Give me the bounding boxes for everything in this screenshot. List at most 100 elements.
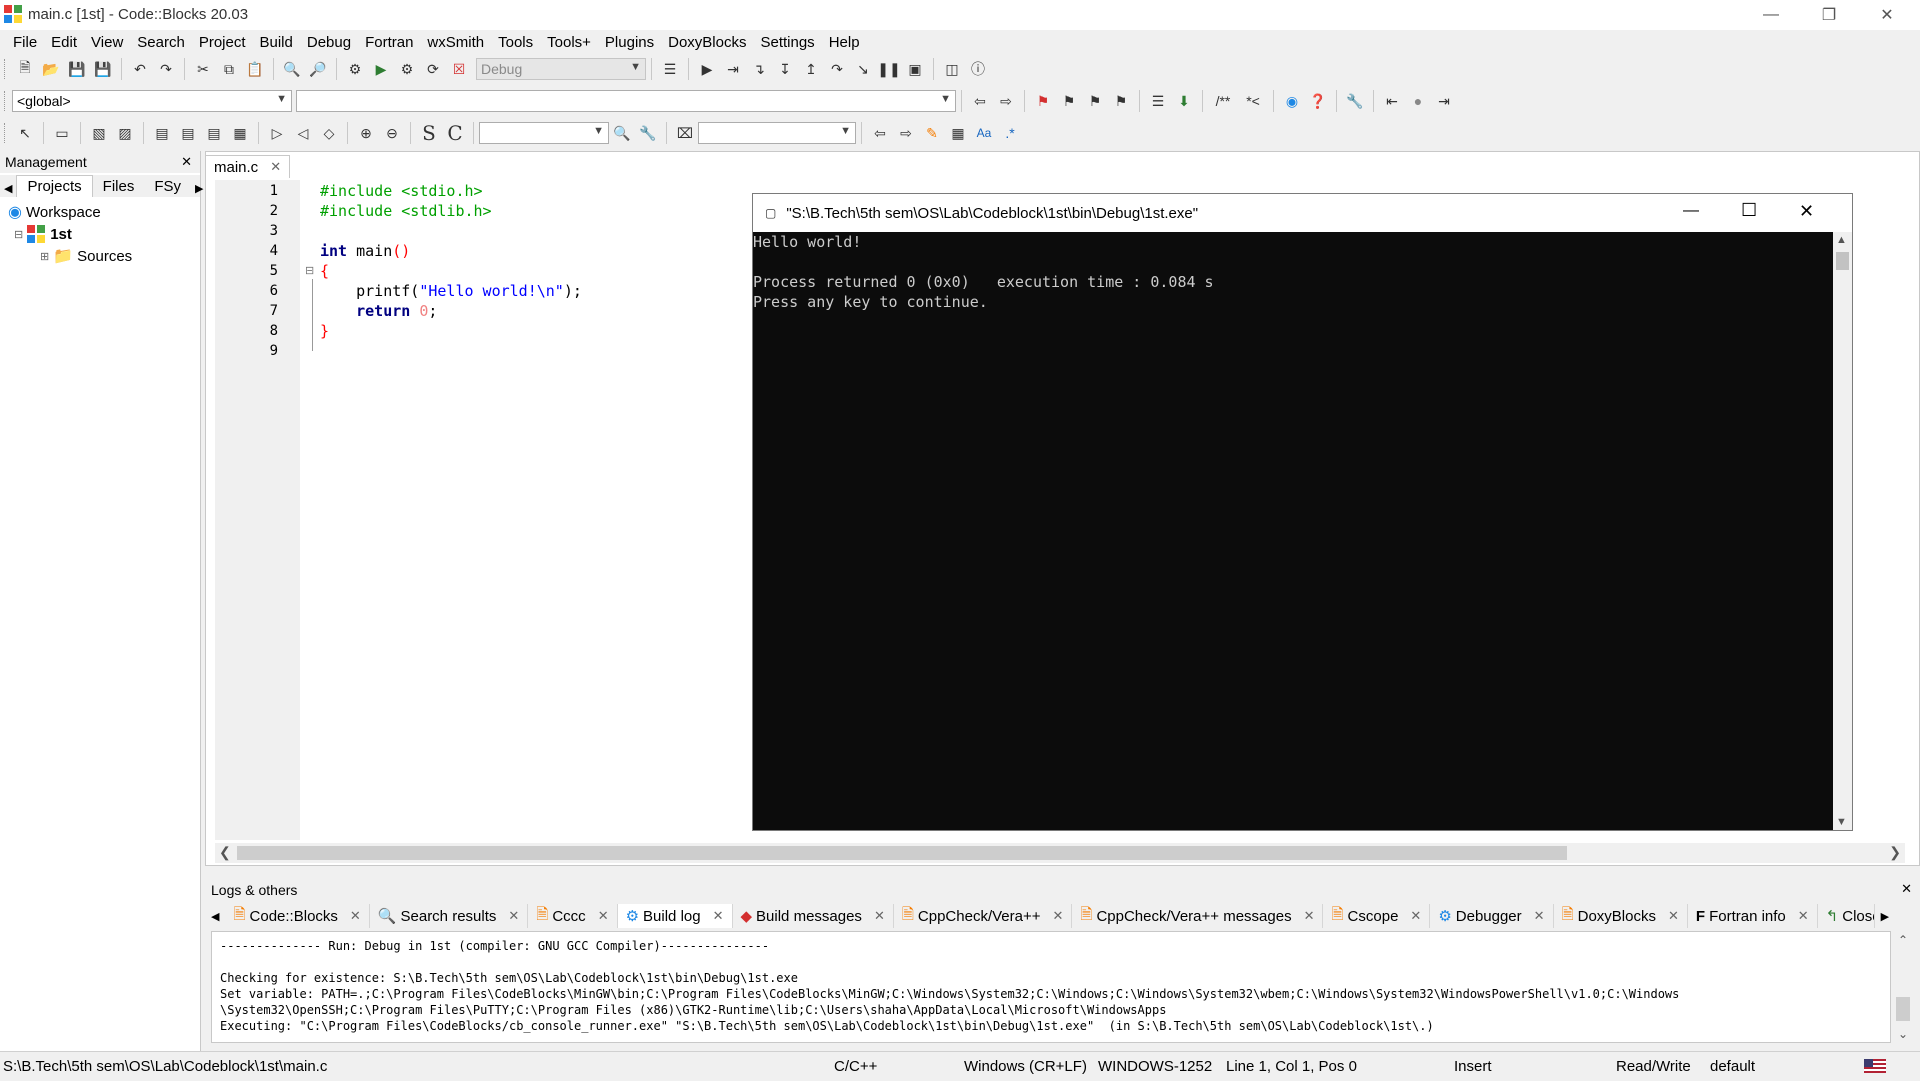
close-button[interactable]: ✕ <box>1858 0 1916 30</box>
tab-codeblocks-log[interactable]: 🗎 Code::Blocks ✕ <box>225 904 370 928</box>
scroll-up-icon[interactable]: ⌃ <box>1898 933 1908 947</box>
nassi-while-button[interactable]: ▤ <box>151 122 173 144</box>
tabs-scroll-left-icon[interactable]: ◀ <box>0 180 16 197</box>
find-next-button[interactable]: ⇨ <box>895 122 917 144</box>
doxy-line-comment-button[interactable]: *< <box>1240 90 1266 112</box>
console-scroll-thumb[interactable] <box>1836 252 1849 270</box>
zoom-out-button[interactable]: ⊖ <box>381 122 403 144</box>
logs-close-icon[interactable]: ✕ <box>1901 881 1912 897</box>
minimize-button[interactable]: — <box>1742 0 1800 30</box>
toggle-bookmark-button[interactable]: ⚑ <box>1032 90 1054 112</box>
menu-project[interactable]: Project <box>192 34 253 51</box>
logs-scrollbar[interactable]: ⌃ ⌄ <box>1893 931 1913 1043</box>
close-tab-icon[interactable]: ✕ <box>1052 908 1063 924</box>
step-into-button[interactable]: ↧ <box>774 58 796 80</box>
cut-button[interactable]: ✂ <box>192 58 214 80</box>
menu-build[interactable]: Build <box>253 34 300 51</box>
scope-select[interactable]: <global> ▼ <box>12 90 292 112</box>
logs-scroll-thumb[interactable] <box>1896 997 1910 1021</box>
step-out-button[interactable]: ↥ <box>800 58 822 80</box>
scroll-left-icon[interactable]: ❮ <box>219 844 231 861</box>
close-tab-icon[interactable]: ✕ <box>270 159 281 175</box>
step-into-instruction-button[interactable]: ↘ <box>852 58 874 80</box>
nassi-block-button[interactable]: ▦ <box>229 122 251 144</box>
doxy-config-button[interactable]: 🔧 <box>1344 90 1366 112</box>
menu-edit[interactable]: Edit <box>44 34 84 51</box>
selected-text-only-button[interactable]: ▦ <box>947 122 969 144</box>
close-tab-icon[interactable]: ✕ <box>874 908 885 924</box>
paste-button[interactable]: 📋 <box>244 58 266 80</box>
export-button[interactable]: ⬇ <box>1173 90 1195 112</box>
menu-view[interactable]: View <box>84 34 130 51</box>
jump-back-button[interactable]: ⇦ <box>969 90 991 112</box>
menu-settings[interactable]: Settings <box>753 34 821 51</box>
tab-cscope[interactable]: 🗎 Cscope ✕ <box>1323 904 1431 928</box>
nassi-continue-button[interactable]: ◁ <box>292 122 314 144</box>
scroll-up-icon[interactable]: ▲ <box>1836 234 1847 246</box>
scroll-down-icon[interactable]: ⌄ <box>1898 1027 1908 1041</box>
search-combo[interactable]: ▼ <box>479 122 609 144</box>
match-case-button[interactable]: Aa <box>973 122 995 144</box>
expand-icon[interactable]: ⊞ <box>40 250 49 263</box>
close-tab-icon[interactable]: ✕ <box>598 908 609 924</box>
prev-bookmark-button[interactable]: ⚑ <box>1058 90 1080 112</box>
menu-doxyblocks[interactable]: DoxyBlocks <box>661 34 753 51</box>
tab-debugger[interactable]: ⚙ Debugger ✕ <box>1430 904 1554 928</box>
close-tab-icon[interactable]: ✕ <box>1304 908 1315 924</box>
toolbar-grip[interactable] <box>4 59 8 79</box>
fold-marker-icon[interactable]: ⊟ <box>305 264 314 277</box>
menu-file[interactable]: File <box>6 34 44 51</box>
replace-combo[interactable]: ▼ <box>698 122 856 144</box>
menu-help[interactable]: Help <box>822 34 867 51</box>
close-tab-icon[interactable]: ✕ <box>1668 908 1679 924</box>
stop-debugger-button[interactable]: ▣ <box>904 58 926 80</box>
find-previous-button[interactable]: ⇦ <box>869 122 891 144</box>
next-instruction-button[interactable]: ↷ <box>826 58 848 80</box>
redo-button[interactable]: ↷ <box>155 58 177 80</box>
clear-bookmarks-button[interactable]: ⚑ <box>1110 90 1132 112</box>
menu-search[interactable]: Search <box>130 34 192 51</box>
save-all-button[interactable]: 💾 <box>92 58 114 80</box>
wxsmith-button[interactable]: ☰ <box>1147 90 1169 112</box>
previous-change-button[interactable]: ⇤ <box>1381 90 1403 112</box>
menu-tools[interactable]: Tools <box>491 34 540 51</box>
tab-cppcheck-messages[interactable]: 🗎 CppCheck/Vera++ messages ✕ <box>1072 904 1324 928</box>
tab-cppcheck[interactable]: 🗎 CppCheck/Vera++ ✕ <box>894 904 1073 928</box>
tab-search-results[interactable]: 🔍 Search results ✕ <box>370 904 529 928</box>
tab-closed-files[interactable]: ↰Closed <box>1818 904 1875 928</box>
editor-tab-main-c[interactable]: main.c ✕ <box>205 155 291 178</box>
jump-forward-button[interactable]: ⇨ <box>995 90 1017 112</box>
nassi-return-button[interactable]: ◇ <box>318 122 340 144</box>
clear-search-button[interactable]: ⌧ <box>674 122 696 144</box>
tree-project[interactable]: ⊟ 1st <box>14 223 132 245</box>
editor-hscrollbar[interactable]: ❮ ❯ <box>215 843 1905 863</box>
highlight-button[interactable]: ✎ <box>921 122 943 144</box>
close-tab-icon[interactable]: ✕ <box>508 908 519 924</box>
info-button[interactable]: ⓘ <box>967 58 989 80</box>
tabs-scroll-left-icon[interactable]: ◀ <box>205 910 225 923</box>
menu-plugins[interactable]: Plugins <box>598 34 661 51</box>
save-button[interactable]: 💾 <box>66 58 88 80</box>
tab-doxyblocks[interactable]: 🗎 DoxyBlocks ✕ <box>1554 904 1688 928</box>
scrollbar-thumb[interactable] <box>237 846 1567 860</box>
close-tab-icon[interactable]: ✕ <box>1410 908 1421 924</box>
replace-button[interactable]: 🔎 <box>307 58 329 80</box>
search-go-button[interactable]: 🔍 <box>611 122 633 144</box>
build-and-run-button[interactable]: ⚙ <box>396 58 418 80</box>
close-tab-icon[interactable]: ✕ <box>1798 908 1809 924</box>
show-target-dialog-button[interactable]: ☰ <box>659 58 681 80</box>
scroll-down-icon[interactable]: ▼ <box>1836 816 1847 828</box>
nassi-switch-button[interactable]: ▨ <box>114 122 136 144</box>
debug-continue-button[interactable]: ▶ <box>696 58 718 80</box>
tree-sources[interactable]: ⊞ 📁 Sources <box>40 245 132 267</box>
tab-projects[interactable]: Projects <box>16 175 93 197</box>
nassi-s-button[interactable]: S <box>418 121 440 145</box>
menu-fortran[interactable]: Fortran <box>358 34 420 51</box>
menu-wxsmith[interactable]: wxSmith <box>420 34 491 51</box>
scroll-right-icon[interactable]: ❯ <box>1889 844 1901 861</box>
tab-fsymbols[interactable]: FSy <box>144 176 191 197</box>
undo-button[interactable]: ↶ <box>129 58 151 80</box>
close-tab-icon[interactable]: ✕ <box>713 908 724 924</box>
new-file-button[interactable]: 🗎 <box>14 58 36 80</box>
toolbar-grip[interactable] <box>4 91 8 111</box>
